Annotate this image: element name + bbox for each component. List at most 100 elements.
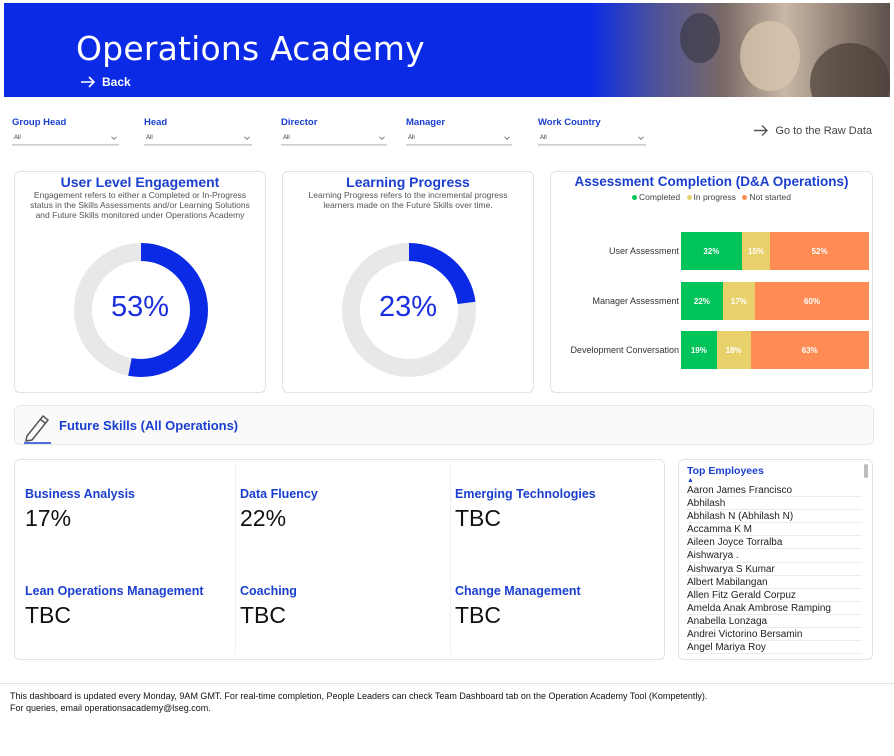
- divider: [235, 464, 236, 654]
- filter-label: Head: [144, 117, 168, 128]
- progress-value: 23%: [378, 291, 438, 323]
- filter-label: Manager: [406, 117, 446, 128]
- skill-value: TBC: [25, 602, 71, 628]
- footer-line: This dashboard is updated every Monday, …: [10, 691, 708, 701]
- employee-list-item[interactable]: Anabella Lonzaga: [687, 615, 862, 629]
- work-country-dropdown[interactable]: All: [538, 131, 646, 145]
- employee-list-item[interactable]: Albert Mabilangan: [687, 576, 862, 589]
- row-label: Manager Assessment: [592, 296, 679, 306]
- arrow-right-icon: [754, 125, 769, 136]
- bar-segment-in-progress: 18%: [716, 331, 751, 369]
- legend-dot: [686, 195, 692, 201]
- skill-coaching: Coaching TBC: [240, 584, 450, 629]
- footer-line: For queries, email operationsacademy@lse…: [10, 703, 211, 714]
- employee-list-item[interactable]: Andrei Victorino Bersamin: [687, 628, 862, 642]
- progress-description: Learning Progress refers to the incremen…: [308, 190, 508, 210]
- raw-data-link[interactable]: Go to the Raw Data: [753, 124, 872, 137]
- filter-value: All: [408, 134, 415, 141]
- employee-list-item[interactable]: Accamma K M: [687, 523, 862, 537]
- engagement-description: Engagement refers to either a Completed …: [30, 190, 250, 220]
- skill-change-management: Change Management TBC: [455, 584, 665, 629]
- bar-segment-completed: 32%: [681, 232, 742, 270]
- skill-lean-operations: Lean Operations Management TBC: [25, 584, 235, 629]
- filter-label: Director: [281, 117, 318, 128]
- employee-list-item[interactable]: Aileen Joyce Torralba: [687, 536, 862, 550]
- filter-label: Group Head: [12, 117, 67, 128]
- scrollbar[interactable]: [864, 464, 868, 478]
- legend-label: Completed: [639, 192, 681, 202]
- filter-manager: Manager All: [406, 117, 512, 145]
- filter-work-country: Work Country All: [538, 117, 646, 145]
- header-photo: [590, 3, 890, 97]
- row-label: Development Conversation: [570, 345, 679, 355]
- assessment-card: Assessment Completion (D&A Operations) C…: [550, 171, 873, 393]
- skill-name: Change Management: [455, 584, 581, 598]
- engagement-card: User Level Engagement Engagement refers …: [14, 171, 266, 393]
- skill-value: 17%: [25, 505, 72, 531]
- sort-ascending-icon[interactable]: ▲: [687, 477, 694, 484]
- legend-label: In progress: [693, 192, 737, 202]
- legend-in-progress: In progress: [686, 192, 737, 202]
- future-skills-banner: Future Skills (All Operations): [14, 405, 874, 445]
- employee-list-item[interactable]: Allen Fitz Gerald Corpuz: [687, 589, 862, 602]
- employee-list-item[interactable]: Aaron James Francisco: [687, 484, 862, 498]
- bar-segment-completed: 22%: [681, 282, 723, 320]
- employee-list: Aaron James Francisco Abhilash Abhilash N …: [687, 484, 862, 655]
- skill-emerging-technologies: Emerging Technologies TBC: [455, 487, 665, 532]
- assessment-title: Assessment Completion (D&A Operations): [574, 174, 849, 189]
- employee-list-item[interactable]: Angel Mariya Roy: [687, 641, 862, 655]
- legend-not-started: Not started: [742, 192, 791, 202]
- stacked-bar: 32% 15% 52%: [681, 232, 869, 270]
- legend-completed: Completed: [632, 192, 680, 202]
- pencil-icon: [24, 414, 51, 444]
- skill-name: Emerging Technologies: [455, 487, 596, 501]
- chevron-down-icon: [111, 135, 117, 140]
- filter-director: Director All: [281, 117, 387, 145]
- employee-list-item[interactable]: Amelda Anak Ambrose Ramping: [687, 602, 862, 615]
- skill-data-fluency: Data Fluency 22%: [240, 487, 450, 532]
- skill-value: TBC: [240, 602, 286, 628]
- skill-value: 22%: [240, 505, 287, 531]
- progress-card: Learning Progress Learning Progress refe…: [282, 171, 534, 393]
- engagement-title: User Level Engagement: [60, 174, 220, 190]
- skill-value: TBC: [455, 602, 501, 628]
- assessment-legend: Completed In progress Not started: [551, 192, 872, 202]
- legend-dot: [632, 195, 638, 201]
- skill-name: Lean Operations Management: [25, 584, 204, 598]
- assessment-row-manager: Manager Assessment 22% 17% 60%: [551, 282, 871, 320]
- header-banner: Operations Academy Back: [4, 3, 890, 97]
- assessment-row-development: Development Conversation 19% 18% 63%: [551, 331, 871, 369]
- legend-label: Not started: [749, 192, 791, 202]
- employee-list-item[interactable]: Abhilash: [687, 497, 862, 511]
- assessment-row-user: User Assessment 32% 15% 52%: [551, 232, 871, 270]
- skill-business-analysis: Business Analysis 17%: [25, 487, 235, 532]
- stacked-bar: 19% 18% 63%: [681, 331, 869, 369]
- skill-name: Coaching: [240, 584, 297, 598]
- bar-segment-in-progress: 15%: [741, 232, 771, 270]
- employee-list-item[interactable]: Aishwarya .: [687, 549, 862, 563]
- raw-data-label: Go to the Raw Data: [775, 124, 872, 137]
- filter-head: Head All: [144, 117, 252, 145]
- top-employees-card: Top Employees ▲ Aaron James Francisco Abh…: [678, 459, 873, 660]
- employee-list-item[interactable]: Aishwarya S Kumar: [687, 563, 862, 576]
- group-head-dropdown[interactable]: All: [12, 131, 119, 145]
- skill-name: Data Fluency: [240, 487, 318, 501]
- employee-list-item[interactable]: Abhilash N (Abhilash N): [687, 510, 862, 524]
- head-dropdown[interactable]: All: [144, 131, 252, 145]
- skill-value: TBC: [455, 505, 501, 531]
- footer-note: This dashboard is updated every Monday, …: [0, 683, 894, 720]
- chevron-down-icon: [638, 135, 644, 140]
- filter-value: All: [14, 134, 21, 141]
- bar-segment-in-progress: 17%: [722, 282, 756, 320]
- filter-value: All: [540, 134, 547, 141]
- row-label: User Assessment: [608, 246, 679, 256]
- bar-segment-not-started: 60%: [755, 282, 869, 320]
- manager-dropdown[interactable]: All: [406, 131, 512, 145]
- engagement-value: 53%: [110, 291, 170, 323]
- back-button[interactable]: Back: [80, 75, 131, 89]
- future-skills-title: Future Skills (All Operations): [59, 418, 239, 433]
- legend-dot: [742, 195, 748, 201]
- filter-value: All: [146, 134, 153, 141]
- director-dropdown[interactable]: All: [281, 131, 387, 145]
- top-employees-title: Top Employees: [687, 465, 764, 477]
